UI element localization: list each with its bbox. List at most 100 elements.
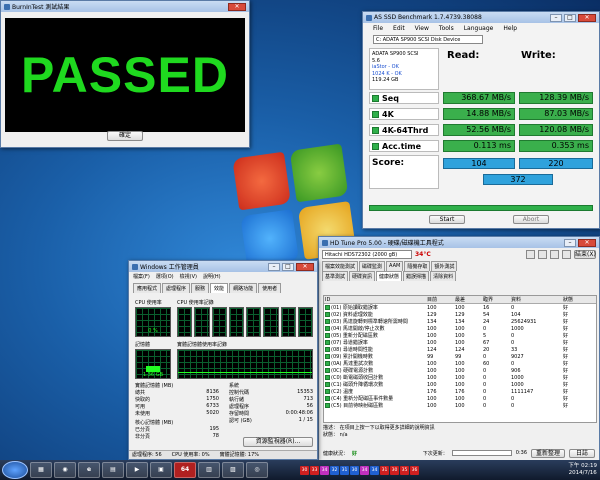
- table-row[interactable]: (04) 馬達開啟/停止次數 100 100 0 1000 好: [324, 325, 596, 332]
- copy-icon[interactable]: [526, 250, 535, 259]
- menu-file[interactable]: File: [373, 25, 383, 32]
- log-button[interactable]: 日誌: [569, 448, 595, 458]
- tray-temp-icon[interactable]: 33: [310, 465, 319, 475]
- taskbar-hdtune-icon[interactable]: ◎: [246, 462, 268, 478]
- tray-temp-icon[interactable]: 31: [340, 465, 349, 475]
- hd-tune-titlebar[interactable]: HD Tune Pro 5.00 - 硬碟/磁碟機工具程式 – ✕: [319, 237, 599, 248]
- tab-applications[interactable]: 應用程式: [133, 283, 162, 293]
- abort-button[interactable]: Abort: [513, 215, 549, 224]
- col-data[interactable]: 資料: [510, 296, 562, 304]
- acctime-row-label[interactable]: Acc.time: [369, 140, 439, 152]
- taskbar-chrome-icon[interactable]: ◉: [54, 462, 76, 478]
- taskbar-app-64-icon[interactable]: 64: [174, 462, 196, 478]
- table-row[interactable]: (C2) 溫度 176 176 0 1111147 好: [324, 388, 596, 395]
- minimize-button[interactable]: –: [268, 262, 280, 271]
- table-row[interactable]: (07) 尋道錯誤率 100 100 67 0 好: [324, 339, 596, 346]
- tab-services[interactable]: 服務: [191, 283, 210, 293]
- 4k-row-label[interactable]: 4K: [369, 108, 439, 120]
- help-icon[interactable]: [562, 250, 571, 259]
- tray-temp-icon[interactable]: 31: [380, 465, 389, 475]
- drive-select[interactable]: Hitachi HDS72302 (2000 gB): [322, 250, 412, 259]
- menu-edit[interactable]: Edit: [393, 25, 405, 32]
- table-row[interactable]: (C5) 目前待映射磁區數 100 100 0 0 好: [324, 402, 596, 409]
- table-row[interactable]: (C1) 磁頭升降循環次數 100 100 0 1000 好: [324, 381, 596, 388]
- taskbar-burnin-icon[interactable]: ▣: [150, 462, 172, 478]
- taskbar-taskmgr-icon[interactable]: ▨: [222, 462, 244, 478]
- table-row[interactable]: (08) 尋道時間性能 124 124 20 33 好: [324, 346, 596, 353]
- checkbox-icon[interactable]: [372, 142, 379, 150]
- close-button[interactable]: ✕: [578, 238, 596, 247]
- tab-benchmark[interactable]: 基準測試: [322, 271, 349, 281]
- seq-row-label[interactable]: Seq: [369, 92, 439, 104]
- tab-aam[interactable]: AAM: [386, 261, 404, 271]
- tab-users[interactable]: 使用者: [258, 283, 282, 293]
- tray-temp-icon[interactable]: 34: [360, 465, 369, 475]
- taskbar-folder-icon[interactable]: ▤: [102, 462, 124, 478]
- close-button[interactable]: ✕: [228, 2, 246, 11]
- as-ssd-titlebar[interactable]: AS SSD Benchmark 1.7.4739.38088 – □ ✕: [363, 12, 599, 23]
- 4k64-row-label[interactable]: 4K-64Thrd: [369, 124, 439, 136]
- clock[interactable]: 下午 02:19 2014/7/16: [568, 463, 600, 477]
- tab-file-benchmark[interactable]: 檔案效能測試: [322, 261, 359, 271]
- exit-button[interactable]: 結束(X): [574, 250, 596, 259]
- menu-help[interactable]: 說明(H): [203, 273, 221, 280]
- ok-button[interactable]: 確定: [107, 131, 143, 141]
- tray-temp-icon[interactable]: 34: [320, 465, 329, 475]
- tab-disk-monitor[interactable]: 磁碟監測: [359, 261, 386, 271]
- table-row[interactable]: (09) 累計開機時數 99 99 0 9027 好: [324, 353, 596, 360]
- maximize-button[interactable]: □: [564, 13, 576, 22]
- taskbar-ie-icon[interactable]: e: [78, 462, 100, 478]
- taskbar-asssd-icon[interactable]: ▥: [198, 462, 220, 478]
- tray-temp-icon[interactable]: 30: [390, 465, 399, 475]
- save-icon[interactable]: [538, 250, 547, 259]
- refresh-button[interactable]: 重新整理: [531, 448, 565, 458]
- close-button[interactable]: ✕: [296, 262, 314, 271]
- table-row[interactable]: (02) 資料處理效能 129 129 54 104 好: [324, 311, 596, 318]
- checkbox-icon[interactable]: [372, 94, 379, 102]
- tab-networking[interactable]: 網路功能: [229, 283, 258, 293]
- menu-options[interactable]: 選項(O): [156, 273, 174, 280]
- burnintest-titlebar[interactable]: BurnInTest 測試結果 ✕: [1, 1, 249, 12]
- resource-monitor-button[interactable]: 資源監視器(R)...: [243, 437, 313, 447]
- table-row[interactable]: (05) 重新分配磁區數 100 100 5 0 好: [324, 332, 596, 339]
- menu-file[interactable]: 檔案(F): [133, 273, 150, 280]
- table-row[interactable]: (0C) 硬碟電源計數 100 100 0 906 好: [324, 367, 596, 374]
- drive-select[interactable]: C: ADATA SP900 SCSI Disk Device: [373, 35, 483, 44]
- tray-temp-icon[interactable]: 34: [370, 465, 379, 475]
- tray-temp-icon[interactable]: 36: [410, 465, 419, 475]
- tab-info[interactable]: 硬碟資訊: [349, 271, 376, 281]
- minimize-button[interactable]: –: [550, 13, 562, 22]
- menu-view[interactable]: 檢視(V): [180, 273, 197, 280]
- taskbar-media-icon[interactable]: ▶: [126, 462, 148, 478]
- col-status[interactable]: 狀態: [562, 296, 596, 304]
- tray-temp-icon[interactable]: 35: [400, 465, 409, 475]
- tray-temp-icon[interactable]: 30: [350, 465, 359, 475]
- options-icon[interactable]: [550, 250, 559, 259]
- col-id[interactable]: ID: [324, 296, 426, 304]
- maximize-button[interactable]: □: [282, 262, 294, 271]
- minimize-button[interactable]: –: [564, 238, 576, 247]
- table-row[interactable]: (03) 馬達旋轉到標準轉速所需時間 134 134 24 25624931 好: [324, 318, 596, 325]
- col-current[interactable]: 目前: [426, 296, 454, 304]
- tab-performance[interactable]: 效能: [210, 283, 229, 293]
- checkbox-icon[interactable]: [372, 126, 379, 134]
- col-threshold[interactable]: 臨界: [482, 296, 510, 304]
- task-manager-titlebar[interactable]: Windows 工作管理員 – □ ✕: [129, 261, 317, 272]
- tab-random-access[interactable]: 隨機存取: [404, 261, 431, 271]
- table-row[interactable]: (01) 原始讀取錯誤率 100 100 16 0 好: [324, 304, 596, 311]
- tab-processes[interactable]: 處理程序: [162, 283, 191, 293]
- menu-tools[interactable]: Tools: [439, 25, 454, 32]
- menu-language[interactable]: Language: [464, 25, 494, 32]
- table-row[interactable]: (C0) 斷電磁頭收回計數 100 100 0 1000 好: [324, 374, 596, 381]
- tab-error-scan[interactable]: 錯誤掃描: [403, 271, 430, 281]
- start-button[interactable]: [2, 461, 28, 479]
- table-row[interactable]: (C4) 重新分配磁區事件數量 100 100 0 0 好: [324, 395, 596, 402]
- tray-temp-icon[interactable]: 32: [330, 465, 339, 475]
- tray-temp-icon[interactable]: 30: [300, 465, 309, 475]
- taskbar-explorer-icon[interactable]: ▦: [30, 462, 52, 478]
- table-row[interactable]: (0A) 馬達重試次數 100 100 60 0 好: [324, 360, 596, 367]
- close-button[interactable]: ✕: [578, 13, 596, 22]
- tab-erase[interactable]: 清除資料: [430, 271, 457, 281]
- tab-health[interactable]: 健康狀態: [376, 271, 403, 281]
- menu-help[interactable]: Help: [503, 25, 517, 32]
